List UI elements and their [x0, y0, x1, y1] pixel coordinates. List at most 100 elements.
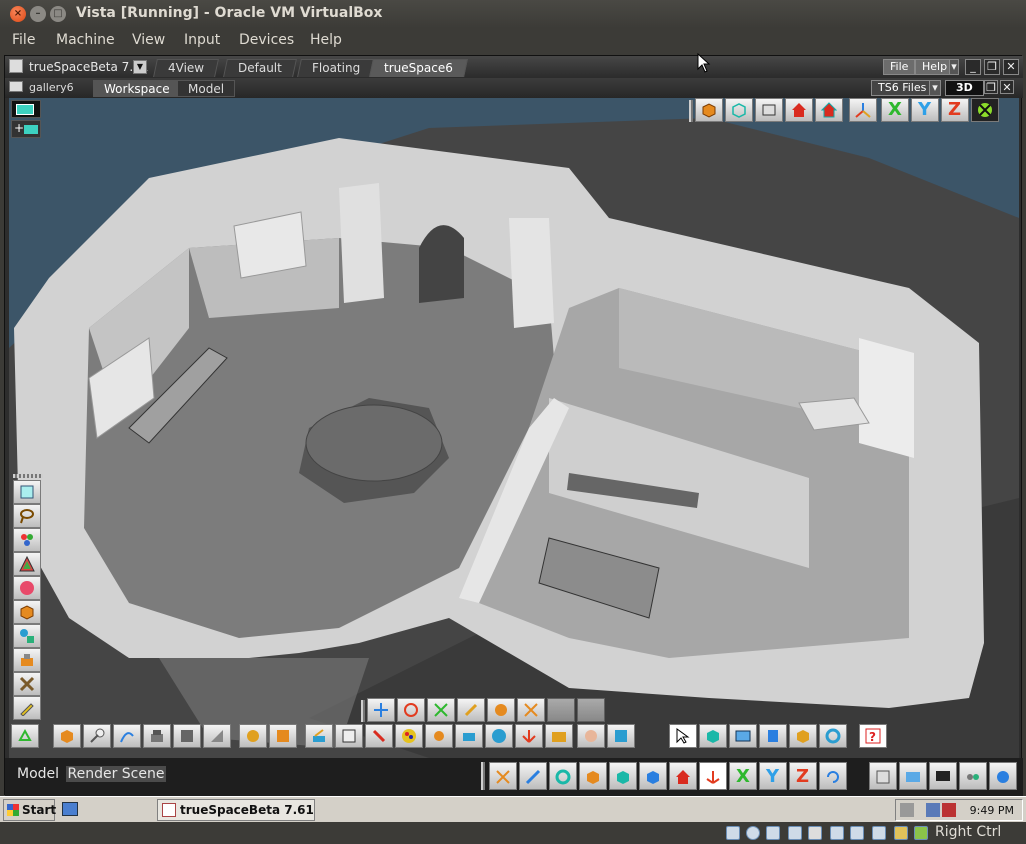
book-icon[interactable]: [759, 724, 787, 748]
rotate-tool-icon[interactable]: [397, 698, 425, 722]
object-move-icon[interactable]: [519, 762, 547, 790]
primitives-group-icon[interactable]: [13, 624, 41, 648]
left-toolbar-handle[interactable]: [13, 474, 43, 478]
truespace-task-button[interactable]: trueSpaceBeta 7.61: [157, 799, 315, 821]
tools-icon[interactable]: [13, 672, 41, 696]
lathe-icon[interactable]: [239, 724, 267, 748]
mid-toolbar-handle[interactable]: [361, 700, 365, 722]
menu-file[interactable]: File: [12, 32, 35, 48]
network-icon[interactable]: [926, 803, 940, 817]
move-widget-icon[interactable]: [489, 762, 517, 790]
model-status-label[interactable]: Model: [15, 766, 61, 782]
home-status-icon[interactable]: [669, 762, 697, 790]
navigation-widget-icon[interactable]: [971, 98, 999, 122]
box-open-icon[interactable]: [789, 724, 817, 748]
uv-map-icon[interactable]: [335, 724, 363, 748]
undo-icon[interactable]: [819, 762, 847, 790]
axes-status-icon[interactable]: [699, 762, 727, 790]
object-info-icon[interactable]: [13, 480, 41, 504]
optical-drive-icon[interactable]: [746, 826, 760, 840]
teal-cube-icon[interactable]: [609, 762, 637, 790]
view-restore-icon[interactable]: ❐: [984, 80, 998, 94]
bevel-icon[interactable]: [203, 724, 231, 748]
tab-4view[interactable]: 4View: [153, 59, 220, 77]
deform-icon[interactable]: [13, 648, 41, 672]
render-scene-status-label[interactable]: Render Scene: [65, 766, 167, 782]
tab-floating[interactable]: Floating: [297, 59, 376, 77]
rotate-view-icon[interactable]: [549, 762, 577, 790]
menu-devices[interactable]: Devices: [239, 32, 294, 48]
orbit-tool-icon[interactable]: [487, 698, 515, 722]
axes-toggle-icon[interactable]: [515, 724, 543, 748]
move-tool-icon[interactable]: [367, 698, 395, 722]
usb-icon[interactable]: [872, 826, 886, 840]
mouse-integration-icon[interactable]: [894, 826, 908, 840]
disabled-tool-icon[interactable]: [547, 698, 575, 722]
axis-z-icon[interactable]: Z: [941, 98, 969, 122]
ts-file-menu[interactable]: File: [883, 59, 916, 75]
transform-tool-icon[interactable]: [517, 698, 545, 722]
view-3d-button[interactable]: 3D: [945, 80, 984, 96]
tab-model[interactable]: Model: [177, 80, 236, 97]
spline-icon[interactable]: [113, 724, 141, 748]
ts-menu-arrow-icon[interactable]: ▾: [949, 59, 959, 75]
lasso-icon[interactable]: [13, 504, 41, 528]
ts-close-icon[interactable]: ✕: [1003, 59, 1019, 75]
character-face-icon[interactable]: [577, 724, 605, 748]
grid-plane-icon[interactable]: [545, 724, 573, 748]
axis-x-status-icon[interactable]: X: [729, 762, 757, 790]
help-icon[interactable]: ?: [859, 724, 887, 748]
wireframe-view-icon[interactable]: [725, 98, 753, 122]
menu-help[interactable]: Help: [310, 32, 342, 48]
render-settings-icon[interactable]: [959, 762, 987, 790]
display-icon[interactable]: [830, 826, 844, 840]
array-icon[interactable]: [269, 724, 297, 748]
files-dropdown-icon[interactable]: ▾: [929, 80, 941, 96]
orange-cube-icon[interactable]: [579, 762, 607, 790]
material-editor-icon[interactable]: [365, 724, 393, 748]
ts6-files-button[interactable]: TS6 Files: [871, 80, 934, 96]
menu-view[interactable]: View: [132, 32, 165, 48]
close-window-button[interactable]: ×: [10, 6, 26, 22]
layout-dropdown-icon[interactable]: ▼: [133, 60, 147, 74]
axis-x-icon[interactable]: X: [881, 98, 909, 122]
color-triangle-icon[interactable]: [13, 552, 41, 576]
audio-icon[interactable]: [766, 826, 780, 840]
add-object-icon[interactable]: +: [11, 120, 41, 138]
view-object-toolbar-icon[interactable]: [11, 100, 41, 118]
shared-folders-icon[interactable]: [808, 826, 822, 840]
show-desktop-icon[interactable]: [62, 802, 78, 816]
view-close-icon[interactable]: ✕: [1000, 80, 1014, 94]
3d-viewport[interactable]: + X Y Z ?: [9, 98, 1019, 758]
camera-icon[interactable]: [455, 724, 483, 748]
recycle-icon[interactable]: [11, 724, 39, 748]
tab-default[interactable]: Default: [223, 59, 297, 77]
tray-icon-1[interactable]: [900, 803, 914, 817]
animation-icon[interactable]: [607, 724, 635, 748]
perspective-view-icon[interactable]: [755, 98, 783, 122]
cube-icon[interactable]: [53, 724, 81, 748]
home-view-icon[interactable]: [785, 98, 813, 122]
scale-tool-icon[interactable]: [427, 698, 455, 722]
materials-status-icon[interactable]: [989, 762, 1017, 790]
axis-y-status-icon[interactable]: Y: [759, 762, 787, 790]
volume-muted-icon[interactable]: [942, 803, 956, 817]
host-key-icon[interactable]: [914, 826, 928, 840]
maximize-window-button[interactable]: □: [50, 6, 66, 22]
render-ball-icon[interactable]: [485, 724, 513, 748]
blue-cube-icon[interactable]: [639, 762, 667, 790]
boolean-icon[interactable]: [173, 724, 201, 748]
disabled-tool-icon-2[interactable]: [577, 698, 605, 722]
pencil-icon[interactable]: [13, 696, 41, 720]
ts-minimize-icon[interactable]: _: [965, 59, 981, 75]
surface-paint-icon[interactable]: [305, 724, 333, 748]
object-view-icon[interactable]: [695, 98, 723, 122]
toolbar-handle[interactable]: [689, 100, 693, 122]
tab-truespace6[interactable]: trueSpace6: [369, 59, 468, 77]
monitor-icon[interactable]: [929, 762, 957, 790]
ts-restore-icon[interactable]: ❐: [984, 59, 1000, 75]
wire-cube-icon[interactable]: [699, 724, 727, 748]
point-edit-icon[interactable]: [83, 724, 111, 748]
grid-status-icon[interactable]: [899, 762, 927, 790]
paint-balls-icon[interactable]: [13, 528, 41, 552]
